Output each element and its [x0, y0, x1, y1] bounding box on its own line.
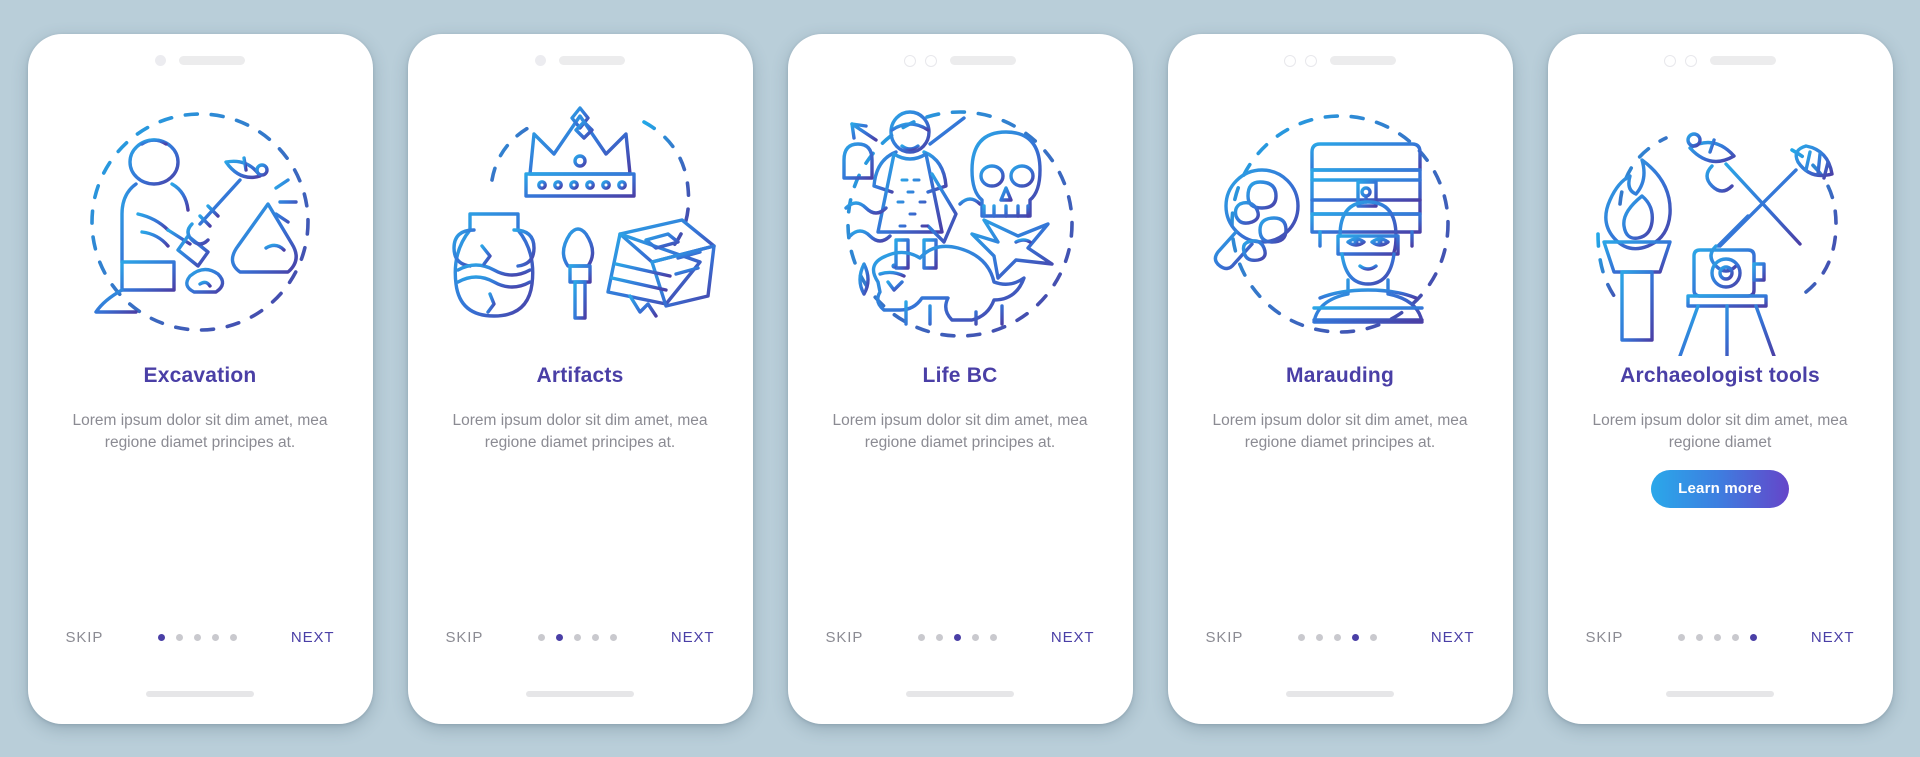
screen-title: Life BC — [922, 363, 998, 387]
skip-button[interactable]: SKIP — [1586, 629, 1624, 646]
pagination-dot-4[interactable] — [591, 633, 599, 641]
home-indicator — [1286, 690, 1394, 697]
pagination-dot-1[interactable] — [537, 633, 545, 641]
pagination-dot-2[interactable] — [555, 633, 563, 641]
skip-button[interactable]: SKIP — [1206, 629, 1244, 646]
onboarding-screen-2: Artifacts Lorem ipsum dolor sit dim amet… — [407, 33, 753, 724]
next-button[interactable]: NEXT — [1051, 629, 1095, 646]
phone-notch — [1168, 34, 1513, 78]
pagination-dot-3[interactable] — [953, 633, 961, 641]
home-indicator — [1666, 690, 1774, 697]
camera-ring-icon — [1305, 54, 1317, 67]
pagination-dots — [1297, 633, 1377, 641]
speaker-grill-icon — [179, 56, 245, 65]
pagination-dots — [157, 633, 237, 641]
pagination-dot-1[interactable] — [157, 633, 165, 641]
pagination-dot-1[interactable] — [1677, 633, 1685, 641]
phone-notch — [1548, 34, 1893, 78]
life-bc-illustration — [810, 84, 1110, 356]
camera-ring-icon — [1664, 54, 1676, 67]
learn-more-button[interactable]: Learn more — [1651, 469, 1789, 508]
onboarding-screen-5: Archaeologist tools Lorem ipsum dolor si… — [1547, 33, 1893, 724]
onboarding-screen-3: Life BC Lorem ipsum dolor sit dim amet, … — [787, 33, 1133, 724]
pagination-dot-1[interactable] — [1297, 633, 1305, 641]
screen-description: Lorem ipsum dolor sit dim amet, mea regi… — [1212, 411, 1468, 452]
onboarding-screens-container: Excavation Lorem ipsum dolor sit dim ame… — [0, 0, 1920, 757]
onboarding-nav: SKIP NEXT — [408, 629, 753, 646]
artifacts-illustration — [430, 84, 730, 356]
pagination-dot-5[interactable] — [1369, 633, 1377, 641]
phone-notch — [408, 34, 753, 78]
phone-notch — [28, 34, 373, 78]
pagination-dot-3[interactable] — [1333, 633, 1341, 641]
screen-title: Marauding — [1286, 363, 1394, 387]
pagination-dots — [917, 633, 997, 641]
home-indicator — [526, 690, 634, 697]
pagination-dot-4[interactable] — [1731, 633, 1739, 641]
excavation-illustration — [50, 84, 350, 356]
pagination-dot-5[interactable] — [989, 633, 997, 641]
camera-ring-icon — [904, 54, 916, 67]
marauding-illustration — [1190, 84, 1490, 356]
screen-description: Lorem ipsum dolor sit dim amet, mea regi… — [832, 411, 1088, 452]
home-indicator — [906, 690, 1014, 697]
pagination-dot-5[interactable] — [229, 633, 237, 641]
pagination-dot-2[interactable] — [935, 633, 943, 641]
onboarding-nav: SKIP NEXT — [28, 629, 373, 646]
pagination-dot-2[interactable] — [1315, 633, 1323, 641]
home-indicator — [146, 690, 254, 697]
camera-dot-icon — [155, 55, 166, 66]
speaker-grill-icon — [559, 56, 625, 65]
onboarding-screen-4: Marauding Lorem ipsum dolor sit dim amet… — [1167, 33, 1513, 724]
pagination-dots — [1677, 633, 1757, 641]
onboarding-nav: SKIP NEXT — [1168, 629, 1513, 646]
archaeologist-tools-illustration — [1570, 84, 1870, 356]
skip-button[interactable]: SKIP — [66, 629, 104, 646]
screen-title: Artifacts — [536, 363, 624, 387]
phone-notch — [788, 34, 1133, 78]
screen-title: Archaeologist tools — [1620, 363, 1820, 387]
next-button[interactable]: NEXT — [291, 629, 335, 646]
screen-description: Lorem ipsum dolor sit dim amet, mea regi… — [72, 411, 328, 452]
next-button[interactable]: NEXT — [1811, 629, 1855, 646]
onboarding-screen-1: Excavation Lorem ipsum dolor sit dim ame… — [27, 33, 373, 724]
camera-ring-icon — [1685, 54, 1697, 67]
pagination-dot-4[interactable] — [211, 633, 219, 641]
pagination-dot-5[interactable] — [1749, 633, 1757, 641]
skip-button[interactable]: SKIP — [446, 629, 484, 646]
speaker-grill-icon — [1330, 56, 1396, 65]
pagination-dot-2[interactable] — [175, 633, 183, 641]
pagination-dot-3[interactable] — [573, 633, 581, 641]
speaker-grill-icon — [1710, 56, 1776, 65]
onboarding-nav: SKIP NEXT — [788, 629, 1133, 646]
camera-ring-icon — [925, 54, 937, 67]
screen-title: Excavation — [143, 363, 257, 387]
screen-description: Lorem ipsum dolor sit dim amet, mea regi… — [1592, 411, 1848, 452]
pagination-dots — [537, 633, 617, 641]
pagination-dot-4[interactable] — [971, 633, 979, 641]
onboarding-nav: SKIP NEXT — [1548, 629, 1893, 646]
next-button[interactable]: NEXT — [671, 629, 715, 646]
cta-wrapper: Learn more — [1651, 469, 1789, 509]
pagination-dot-4[interactable] — [1351, 633, 1359, 641]
pagination-dot-1[interactable] — [917, 633, 925, 641]
screen-description: Lorem ipsum dolor sit dim amet, mea regi… — [452, 411, 708, 452]
pagination-dot-2[interactable] — [1695, 633, 1703, 641]
camera-ring-icon — [1284, 54, 1296, 67]
pagination-dot-5[interactable] — [609, 633, 617, 641]
pagination-dot-3[interactable] — [193, 633, 201, 641]
speaker-grill-icon — [950, 56, 1016, 65]
pagination-dot-3[interactable] — [1713, 633, 1721, 641]
skip-button[interactable]: SKIP — [826, 629, 864, 646]
camera-dot-icon — [535, 55, 546, 66]
next-button[interactable]: NEXT — [1431, 629, 1475, 646]
